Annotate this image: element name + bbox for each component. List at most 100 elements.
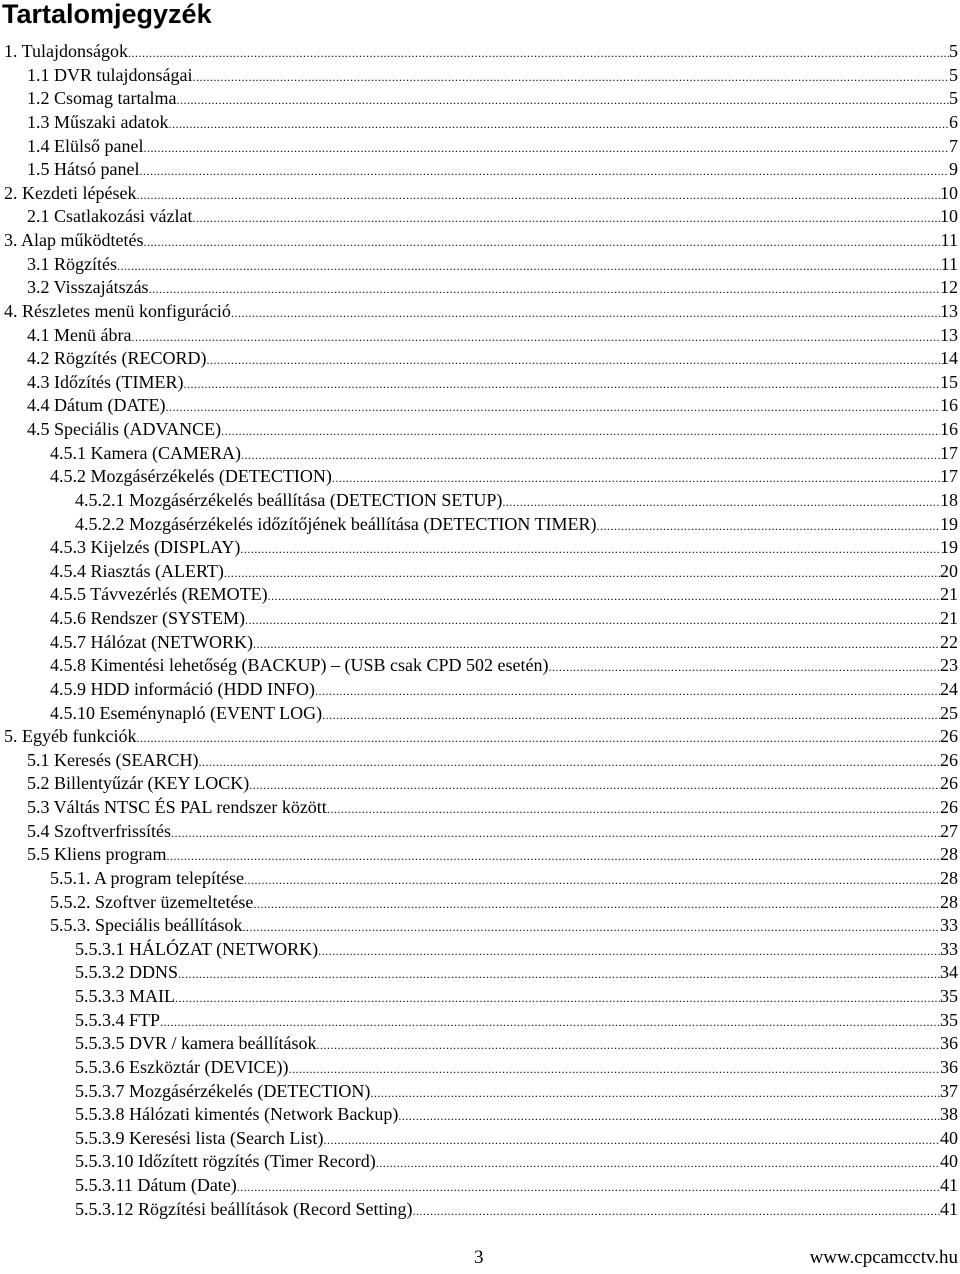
toc-entry[interactable]: 5.5.3.4 FTP 35 [0,1009,960,1033]
toc-entry[interactable]: 4.3 Időzítés (TIMER) 15 [0,371,960,395]
dot-leader [253,893,940,915]
toc-entry[interactable]: 4.5.7 Hálózat (NETWORK) 22 [0,631,960,655]
toc-entry[interactable]: 4.5.8 Kimentési lehetőség (BACKUP) – (US… [0,654,960,678]
toc-entry[interactable]: 5.5.3.11 Dátum (Date) 41 [0,1174,960,1198]
toc-entry-label: 5.5.3. Speciális beállítások [50,915,243,936]
dot-leader [165,396,940,418]
toc-entry[interactable]: 4.5.9 HDD információ (HDD INFO) 24 [0,678,960,702]
toc-entry-label: 4.5.5 Távvezérlés (REMOTE) [50,584,268,605]
dot-leader [597,515,940,537]
toc-entry[interactable]: 5.5.3.9 Keresési lista (Search List) 40 [0,1127,960,1151]
toc-entry[interactable]: 5.5.3.8 Hálózati kimentés (Network Backu… [0,1103,960,1127]
toc-entry[interactable]: 5.3 Váltás NTSC ÉS PAL rendszer között 26 [0,796,960,820]
toc-entry[interactable]: 5. Egyéb funkciók 26 [0,725,960,749]
toc-entry-page: 38 [940,1104,958,1125]
dot-leader [149,278,940,300]
toc-entry[interactable]: 5.5 Kliens program 28 [0,843,960,867]
toc-entry[interactable]: 4.4 Dátum (DATE) 16 [0,394,960,418]
toc-entry-page: 11 [940,253,958,274]
toc-entry[interactable]: 5.5.3.2 DDNS 34 [0,961,960,985]
toc-entry[interactable]: 5.5.2. Szoftver üzemeltetése 28 [0,891,960,915]
toc-entry[interactable]: 5.5.1. A program telepítése 28 [0,867,960,891]
toc-entry[interactable]: 4. Részletes menü konfiguráció 13 [0,300,960,324]
toc-entry[interactable]: 5.5.3.12 Rögzítési beállítások (Record S… [0,1198,960,1222]
toc-entry-page: 35 [940,1009,958,1030]
toc-entry[interactable]: 3. Alap működtetés 11 [0,229,960,253]
toc-entry-label: 1.3 Műszaki adatok [27,111,169,132]
toc-entry-page: 11 [940,230,958,250]
toc-entry-page: 15 [940,371,958,392]
toc-entry[interactable]: 1.2 Csomag tartalma 5 [0,87,960,111]
toc-entry-page: 9 [949,159,958,180]
toc-entry-page: 41 [940,1175,958,1195]
toc-entry-page: 6 [949,111,958,132]
toc-entry[interactable]: 1.1 DVR tulajdonságai 5 [0,64,960,88]
toc-entry[interactable]: 1. Tulajdonságok 5 [0,40,960,64]
dot-leader [198,751,940,773]
toc-entry[interactable]: 4.5.6 Rendszer (SYSTEM) 21 [0,607,960,631]
toc-entry-page: 16 [940,395,958,416]
toc-entry-page: 14 [940,348,958,369]
toc-entry-page: 16 [940,419,958,439]
dot-leader [136,727,940,749]
toc-entry-page: 5 [949,64,958,85]
toc-entry[interactable]: 4.1 Menü ábra 13 [0,324,960,348]
toc-entry[interactable]: 2.1 Csatlakozási vázlat 10 [0,205,960,229]
toc-entry-page: 10 [940,206,958,227]
toc-entry[interactable]: 1.4 Elülső panel 7 [0,135,960,159]
toc-entry[interactable]: 5.5.3.6 Eszköztár (DEVICE)) 36 [0,1056,960,1080]
toc-entry[interactable]: 3.2 Visszajátszás 12 [0,276,960,300]
toc-entry[interactable]: 5.1 Keresés (SEARCH) 26 [0,749,960,773]
toc-entry-label: 4.5.4 Riasztás (ALERT) [50,560,224,581]
toc-entry-label: 5.5.2. Szoftver üzemeltetése [50,891,254,912]
toc-entry[interactable]: 3.1 Rögzítés 11 [0,253,960,277]
toc-entry-label: 5. Egyéb funkciók [4,726,137,747]
dot-leader [376,1152,940,1174]
toc-entry-label: 5.2 Billentyűzár (KEY LOCK) [27,773,250,794]
toc-entry[interactable]: 5.4 Szoftverfrissítés 27 [0,820,960,844]
toc-entry[interactable]: 4.5.2.1 Mozgásérzékelés beállítása (DETE… [0,489,960,513]
toc-entry[interactable]: 5.5.3. Speciális beállítások 33 [0,914,960,938]
dot-leader [136,184,940,206]
toc-entry[interactable]: 4.5.10 Eseménynapló (EVENT LOG) 25 [0,702,960,726]
dot-leader [221,420,940,442]
toc-entry[interactable]: 5.5.3.5 DVR / kamera beállítások 36 [0,1032,960,1056]
dot-leader [268,585,940,607]
toc-entry-label: 5.5.3.3 MAIL [75,986,175,1006]
toc-entry-label: 4.5.7 Hálózat (NETWORK) [50,631,253,652]
toc-entry-label: 5.5 Kliens program [27,844,167,865]
toc-entry-page: 5 [949,88,958,109]
toc-entry-label: 2.1 Csatlakozási vázlat [27,206,193,227]
toc-entry[interactable]: 4.5.3 Kijelzés (DISPLAY) 19 [0,536,960,560]
toc-entry[interactable]: 1.3 Műszaki adatok 6 [0,111,960,135]
toc-entry-label: 3. Alap működtetés [4,230,144,250]
toc-entry[interactable]: 5.5.3.1 HÁLÓZAT (NETWORK) 33 [0,938,960,962]
dot-leader [128,42,949,64]
toc-entry-page: 26 [940,726,958,747]
toc-entry-page: 26 [940,797,958,817]
toc-entry-label: 3.2 Visszajátszás [27,277,149,298]
dot-leader [192,66,949,88]
toc-entry-page: 40 [940,1127,958,1148]
dot-leader [237,1176,940,1198]
toc-entry[interactable]: 4.5.1 Kamera (CAMERA) 17 [0,442,960,466]
toc-entry-page: 5 [949,41,958,61]
toc-entry-page: 20 [940,560,958,581]
toc-entry-page: 28 [940,867,958,888]
toc-entry[interactable]: 4.5 Speciális (ADVANCE) 16 [0,418,960,442]
footer-website: www.cpcamcctv.hu [809,1247,958,1268]
toc-entry[interactable]: 5.2 Billentyűzár (KEY LOCK) 26 [0,772,960,796]
toc-entry[interactable]: 4.5.5 Távvezérlés (REMOTE) 21 [0,583,960,607]
toc-entry[interactable]: 5.5.3.10 Időzített rögzítés (Timer Recor… [0,1150,960,1174]
toc-entry[interactable]: 1.5 Hátsó panel 9 [0,158,960,182]
toc-entry-label: 4.3 Időzítés (TIMER) [27,371,184,392]
toc-entry[interactable]: 2. Kezdeti lépések 10 [0,182,960,206]
toc-entry[interactable]: 4.2 Rögzítés (RECORD) 14 [0,347,960,371]
toc-entry[interactable]: 5.5.3.7 Mozgásérzékelés (DETECTION) 37 [0,1080,960,1104]
toc-entry[interactable]: 4.5.2 Mozgásérzékelés (DETECTION) 17 [0,465,960,489]
toc-entry-page: 13 [940,324,958,345]
toc-entry[interactable]: 5.5.3.3 MAIL 35 [0,985,960,1009]
toc-entry[interactable]: 4.5.2.2 Mozgásérzékelés időzítőjének beá… [0,513,960,537]
toc-entry[interactable]: 4.5.4 Riasztás (ALERT) 20 [0,560,960,584]
toc-entry-page: 27 [940,820,958,841]
